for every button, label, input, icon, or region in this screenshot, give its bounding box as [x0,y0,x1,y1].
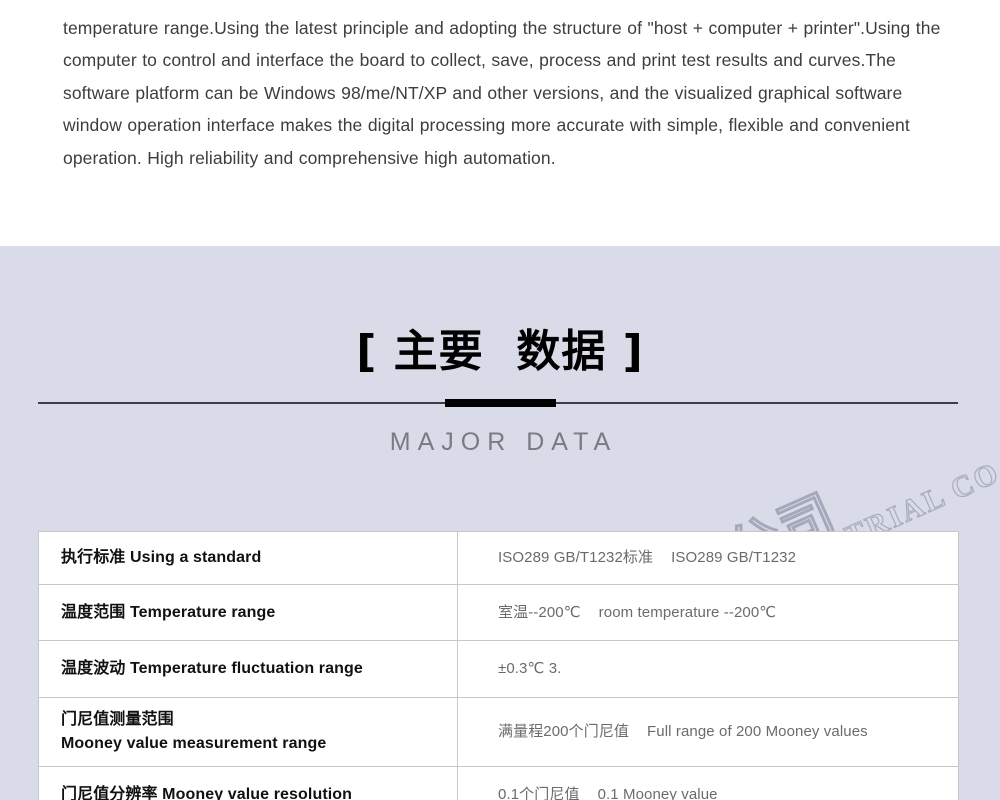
spec-value-cn: 室温--200℃ [498,603,581,621]
spec-value-cell: ISO289 GB/T1232标准 ISO289 GB/T1232 [457,531,959,585]
spec-label-en: Temperature fluctuation range [129,660,363,677]
spec-value-cell: 满量程200个门尼值 Full range of 200 Mooney value… [457,697,959,767]
spec-label-cn: 门尼值测量范围 [61,711,174,728]
spec-value-cell: 室温--200℃ room temperature --200℃ [457,584,959,641]
spec-value-cell: 0.1个门尼值 0.1 Mooney value [457,766,959,800]
intro-paragraph: temperature range.Using the latest princ… [63,17,941,168]
spec-value-en: ISO289 GB/T1232 [671,549,797,566]
spec-value-en: 0.1 Mooney value [597,786,718,800]
specifications-table: 执行标准 Using a standard ISO289 GB/T1232标准 I… [38,531,959,800]
table-row: 温度波动 Temperature fluctuation range ±0.3℃… [38,640,959,698]
spec-label-en: Temperature range [129,603,276,621]
spec-label-en: Using a standard [129,549,262,566]
spec-label-cell: 温度范围 Temperature range [38,584,458,641]
spec-label-cn: 门尼值分辨率 [61,786,158,800]
heading-accent-bar [445,399,556,407]
spec-value-cn: ISO289 GB/T1232标准 [498,549,654,566]
spec-label-cell: 门尼值测量范围 Mooney value measurement range [38,697,458,767]
spec-value-cn: 满量程200个门尼值 [498,723,630,740]
table-row: 门尼值分辨率 Mooney value resolution 0.1个门尼值 0.… [38,766,959,800]
spec-label-cn: 执行标准 [61,549,126,566]
page-title: [ 主要 数据 ] [356,326,644,377]
intro-section: temperature range.Using the latest princ… [0,0,1000,246]
spec-value-cell: ±0.3℃ 3. [457,640,959,698]
spec-value-cn: ±0.3℃ 3. [498,660,562,677]
spec-label-cell: 温度波动 Temperature fluctuation range [38,640,458,698]
spec-label-en: Mooney value measurement range [61,735,327,752]
page-subtitle: MAJOR DATA [389,428,618,456]
table-row: 门尼值测量范围 Mooney value measurement range 满量… [38,697,959,767]
spec-label-cell: 门尼值分辨率 Mooney value resolution [38,766,458,800]
spec-value-en: Full range of 200 Mooney values [647,723,868,740]
spec-value-en: room temperature --200℃ [598,603,777,621]
spec-label-en: Mooney value resolution [162,786,353,800]
spec-label-cn: 温度波动 [61,660,126,677]
table-row: 执行标准 Using a standard ISO289 GB/T1232标准 I… [38,531,959,585]
table-row: 温度范围 Temperature range 室温--200℃ room temp… [38,584,959,641]
spec-label-cn: 温度范围 [61,603,126,621]
spec-value-cn: 0.1个门尼值 [498,786,580,800]
major-data-panel: 湛江市伟达机械实业有限公司 ZHANJIANG WEIDA MACHINERY … [0,246,1000,800]
spec-label-cell: 执行标准 Using a standard [38,531,458,585]
